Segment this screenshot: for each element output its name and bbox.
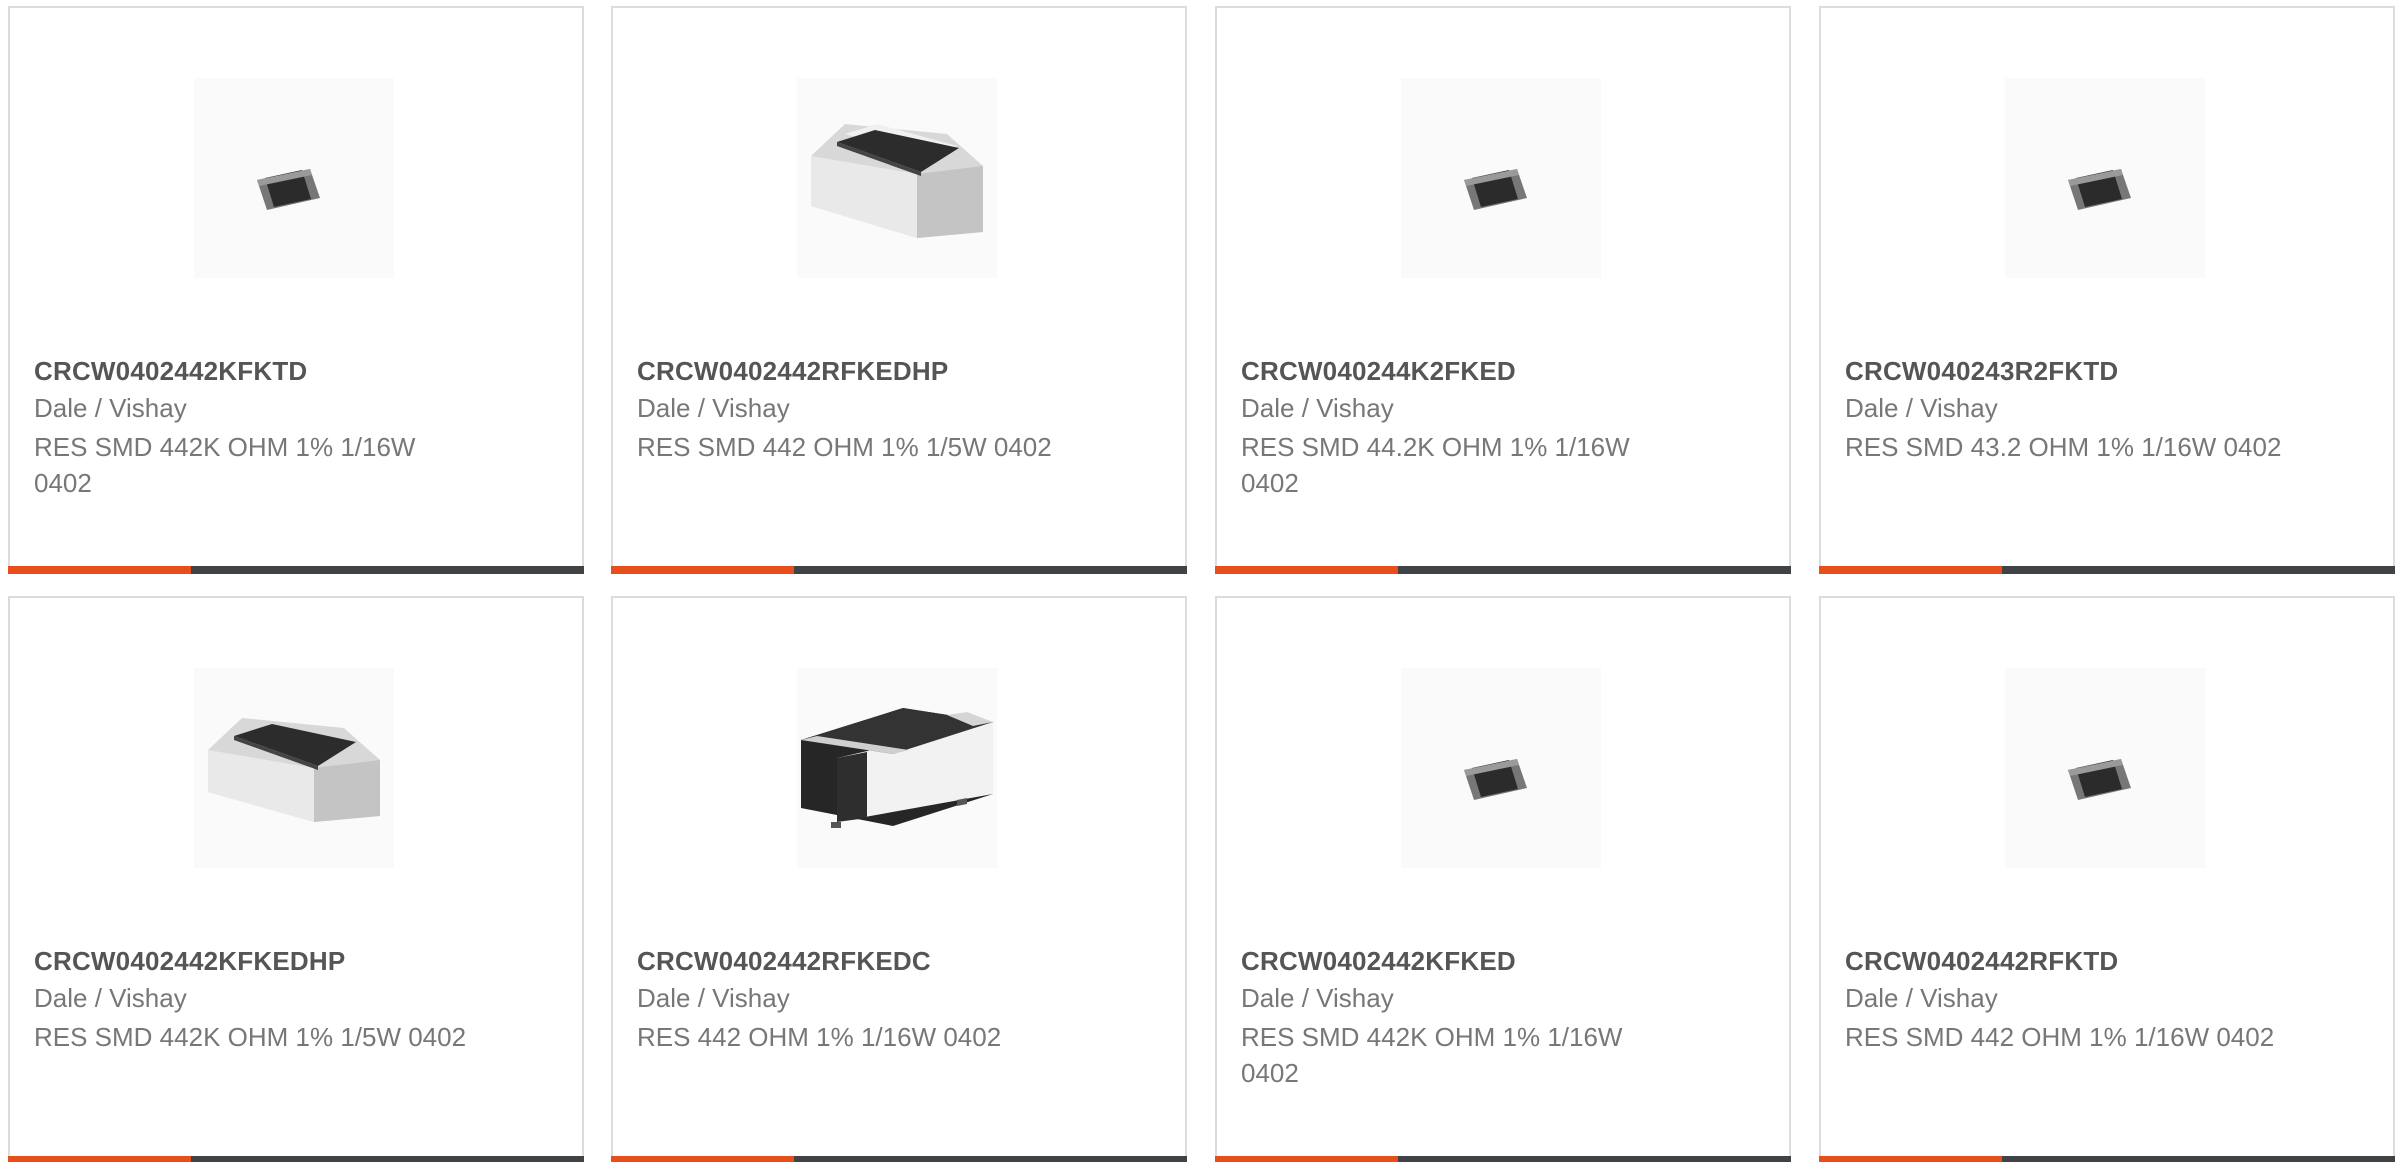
product-card[interactable]: CRCW040243R2FKTD Dale / Vishay RES SMD 4… (1819, 6, 2395, 574)
part-number[interactable]: CRCW0402442KFKED (1241, 946, 1516, 977)
card-footer-bar (1215, 566, 1791, 574)
product-description: RES SMD 442K OHM 1% 1/16W 0402 (1241, 1022, 1623, 1088)
product-card[interactable]: CRCW0402442KFKED Dale / Vishay RES SMD 4… (1215, 596, 1791, 1162)
card-accent-bar (8, 566, 191, 574)
resistor-large-icon (797, 78, 997, 278)
product-description: RES SMD 442 OHM 1% 1/5W 0402 (637, 432, 1052, 462)
manufacturer: Dale / Vishay (34, 983, 187, 1013)
product-description: RES 442 OHM 1% 1/16W 0402 (637, 1022, 1002, 1052)
product-card[interactable]: CRCW0402442KFKTD Dale / Vishay RES SMD 4… (8, 6, 584, 574)
card-footer-bar (8, 1156, 584, 1162)
part-number[interactable]: CRCW0402442KFKEDHP (34, 946, 345, 977)
card-footer-bar (611, 1156, 1187, 1162)
manufacturer: Dale / Vishay (1845, 393, 1998, 423)
product-card[interactable]: CRCW0402442RFKEDHP Dale / Vishay RES SMD… (611, 6, 1187, 574)
resistor-large-icon (194, 668, 394, 868)
card-footer-bar (8, 566, 584, 574)
manufacturer: Dale / Vishay (637, 983, 790, 1013)
part-number[interactable]: CRCW0402442RFKEDC (637, 946, 931, 977)
manufacturer: Dale / Vishay (1241, 393, 1394, 423)
card-accent-bar (611, 1156, 794, 1162)
card-footer-bar (1819, 566, 2395, 574)
product-description: RES SMD 442K OHM 1% 1/5W 0402 (34, 1022, 467, 1052)
card-accent-bar (8, 1156, 191, 1162)
product-grid: CRCW0402442KFKTD Dale / Vishay RES SMD 4… (0, 0, 2400, 1162)
product-description: RES SMD 442K OHM 1% 1/16W 0402 (34, 432, 416, 498)
manufacturer: Dale / Vishay (1845, 983, 1998, 1013)
part-number[interactable]: CRCW0402442RFKTD (1845, 946, 2118, 977)
part-number[interactable]: CRCW0402442RFKEDHP (637, 356, 948, 387)
resistor-small-icon (194, 78, 394, 278)
product-card[interactable]: CRCW0402442RFKTD Dale / Vishay RES SMD 4… (1819, 596, 2395, 1162)
card-accent-bar (611, 566, 794, 574)
product-description: RES SMD 442 OHM 1% 1/16W 0402 (1845, 1022, 2275, 1052)
resistor-small-icon (1401, 668, 1601, 868)
card-accent-bar (1215, 1156, 1398, 1162)
resistor-chip-side-icon (797, 668, 997, 868)
product-description: RES SMD 44.2K OHM 1% 1/16W 0402 (1241, 432, 1630, 498)
card-footer-bar (1215, 1156, 1791, 1162)
part-number[interactable]: CRCW0402442KFKTD (34, 356, 307, 387)
resistor-small-icon (1401, 78, 1601, 278)
resistor-small-icon (2005, 78, 2205, 278)
manufacturer: Dale / Vishay (34, 393, 187, 423)
card-accent-bar (1215, 566, 1398, 574)
manufacturer: Dale / Vishay (1241, 983, 1394, 1013)
product-card[interactable]: CRCW040244K2FKED Dale / Vishay RES SMD 4… (1215, 6, 1791, 574)
resistor-small-icon (2005, 668, 2205, 868)
card-footer-bar (1819, 1156, 2395, 1162)
manufacturer: Dale / Vishay (637, 393, 790, 423)
product-card[interactable]: CRCW0402442RFKEDC Dale / Vishay RES 442 … (611, 596, 1187, 1162)
product-description: RES SMD 43.2 OHM 1% 1/16W 0402 (1845, 432, 2282, 462)
part-number[interactable]: CRCW040244K2FKED (1241, 356, 1516, 387)
part-number[interactable]: CRCW040243R2FKTD (1845, 356, 2118, 387)
card-accent-bar (1819, 566, 2002, 574)
product-card[interactable]: CRCW0402442KFKEDHP Dale / Vishay RES SMD… (8, 596, 584, 1162)
card-accent-bar (1819, 1156, 2002, 1162)
card-footer-bar (611, 566, 1187, 574)
